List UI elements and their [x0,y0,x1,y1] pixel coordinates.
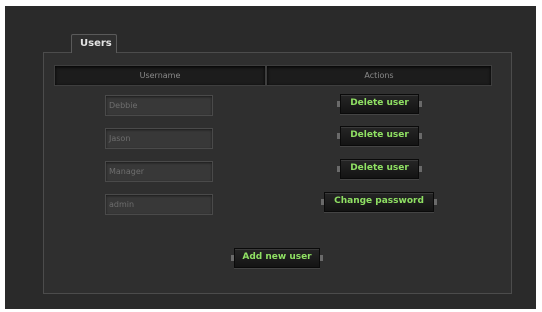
username-field-1[interactable]: Debbie [105,95,213,116]
tab-users-label: Users [80,38,112,49]
actions-column-header: Actions [266,65,492,86]
screen: Users Username Actions Debbie Delete use… [5,6,536,309]
change-password-button[interactable]: Change password [321,192,437,212]
tab-users[interactable]: Users [71,34,117,53]
delete-user-button-2[interactable]: Delete user [337,126,422,146]
add-new-user-button[interactable]: Add new user [231,248,323,268]
delete-user-button-1[interactable]: Delete user [337,94,422,114]
users-panel: Username Actions Debbie Delete user Jaso… [43,52,512,294]
username-field-3[interactable]: Manager [105,161,213,182]
delete-user-button-3[interactable]: Delete user [337,159,422,179]
username-field-4[interactable]: admin [105,194,213,215]
username-column-header: Username [54,65,266,86]
username-field-2[interactable]: Jason [105,128,213,149]
